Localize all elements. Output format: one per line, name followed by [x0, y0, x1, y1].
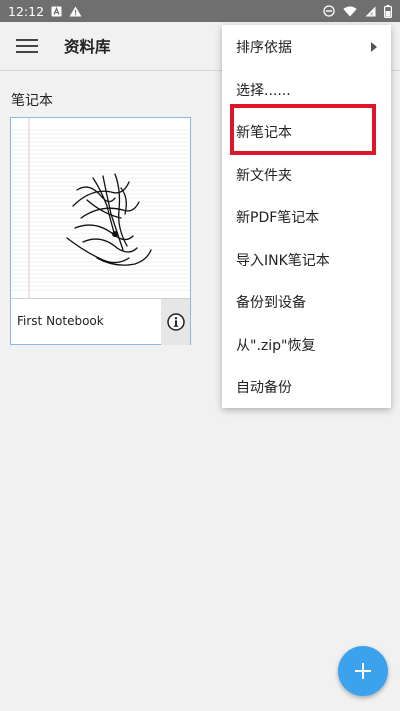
menu-item-label: 排序依据 — [236, 40, 292, 57]
menu-item-new-folder[interactable]: 新文件夹 — [222, 154, 391, 197]
menu-item-label: 选择...... — [236, 82, 291, 99]
hamburger-menu-icon[interactable] — [16, 38, 38, 54]
status-time: 12:12 — [8, 3, 45, 19]
notebook-card-footer: First Notebook — [11, 298, 190, 345]
submenu-arrow-icon — [371, 42, 377, 52]
section-title-notebooks: 笔记本 — [11, 93, 53, 109]
page-title: 资料库 — [64, 38, 111, 56]
menu-item-label: 新文件夹 — [236, 167, 292, 184]
notebook-preview[interactable] — [11, 118, 190, 298]
menu-item-label: 备份到设备 — [236, 295, 306, 312]
overflow-dropdown-menu: 排序依据 选择...... 新笔记本 新文件夹 新PDF笔记本 导入INK笔记本… — [222, 25, 391, 408]
do-not-disturb-icon — [323, 5, 335, 17]
menu-item-backup-to-device[interactable]: 备份到设备 — [222, 281, 391, 324]
menu-item-restore-from-zip[interactable]: 从".zip"恢复 — [222, 324, 391, 367]
notebook-name: First Notebook — [17, 314, 104, 328]
highlight-box — [230, 104, 376, 155]
signal-icon: x — [365, 6, 376, 17]
notebook-card[interactable]: First Notebook — [10, 117, 191, 345]
menu-item-label: 自动备份 — [236, 380, 292, 397]
battery-icon — [384, 4, 392, 18]
status-right: x — [323, 4, 392, 18]
info-icon — [166, 313, 185, 331]
menu-item-label: 新PDF笔记本 — [236, 210, 320, 227]
add-fab-button[interactable] — [338, 646, 388, 696]
status-bar: 12:12 x — [0, 0, 400, 22]
menu-item-label: 从".zip"恢复 — [236, 337, 316, 354]
menu-item-sort-by[interactable]: 排序依据 — [222, 26, 391, 69]
menu-item-auto-backup[interactable]: 自动备份 — [222, 366, 391, 409]
notebook-info-button[interactable] — [161, 299, 190, 345]
notification-a-icon — [51, 6, 62, 17]
menu-item-import-ink-notebook[interactable]: 导入INK笔记本 — [222, 239, 391, 282]
notebook-sketch-thumbnail — [11, 118, 190, 298]
menu-item-new-pdf-notebook[interactable]: 新PDF笔记本 — [222, 196, 391, 239]
svg-text:x: x — [370, 11, 373, 16]
menu-item-label: 导入INK笔记本 — [236, 252, 330, 269]
wifi-icon — [343, 6, 357, 17]
plus-icon — [355, 663, 371, 679]
status-left: 12:12 — [8, 4, 82, 19]
warning-icon — [69, 6, 82, 17]
